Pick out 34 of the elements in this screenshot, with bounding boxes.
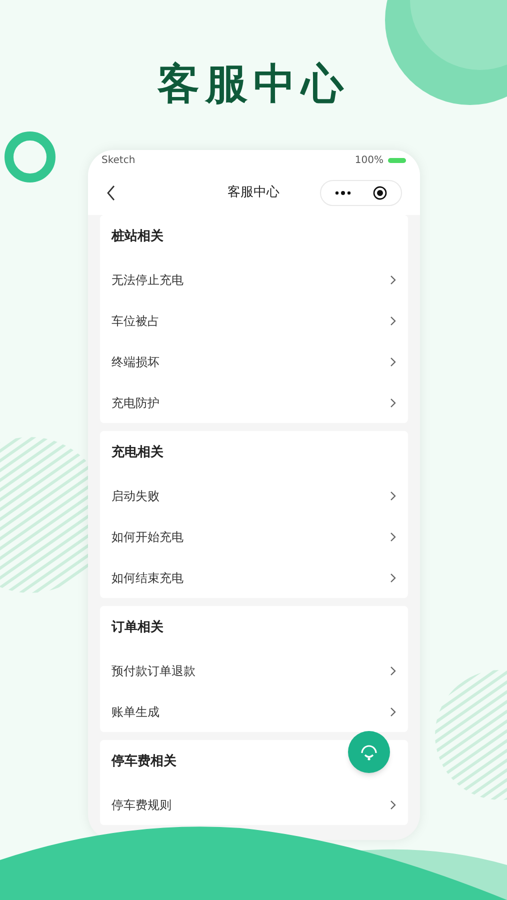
faq-item[interactable]: 无法停止充电 [112,259,396,300]
close-target-icon[interactable] [372,186,386,200]
chevron-right-icon [390,356,396,366]
section-title: 桩站相关 [112,228,164,246]
chevron-right-icon [390,274,396,284]
faq-item[interactable]: 终端损坏 [112,341,396,382]
faq-item[interactable]: 如何开始充电 [112,516,396,557]
chevron-right-icon [390,666,396,676]
page-headline: 客服中心 [158,58,350,110]
faq-item[interactable]: 停车费规则 [112,784,396,825]
faq-item[interactable]: 启动失败 [112,475,396,516]
chevron-right-icon [390,532,396,542]
chevron-right-icon [390,706,396,716]
chevron-right-icon [390,398,396,408]
faq-item[interactable]: 车位被占 [112,300,396,341]
section-title: 停车费相关 [112,752,176,772]
decorative-ring [4,132,56,182]
chevron-right-icon [390,490,396,500]
chevron-right-icon [390,800,396,810]
capsule-menu[interactable] [320,180,402,206]
back-icon[interactable] [106,184,116,200]
chevron-right-icon [390,572,396,582]
faq-item[interactable]: 充电防护 [112,382,396,423]
faq-item[interactable]: 如何结束充电 [112,557,396,598]
carrier-text: Sketch [102,154,136,168]
battery-text: 100% [354,154,384,168]
section-title: 充电相关 [112,444,164,462]
chevron-right-icon [390,316,396,326]
nav-title: 客服中心 [228,184,280,202]
battery-icon [388,158,406,162]
faq-item[interactable]: 预付款订单退款 [112,650,396,691]
faq-item[interactable]: 账单生成 [112,691,396,732]
more-icon[interactable] [334,190,350,194]
section-title: 订单相关 [112,618,164,638]
